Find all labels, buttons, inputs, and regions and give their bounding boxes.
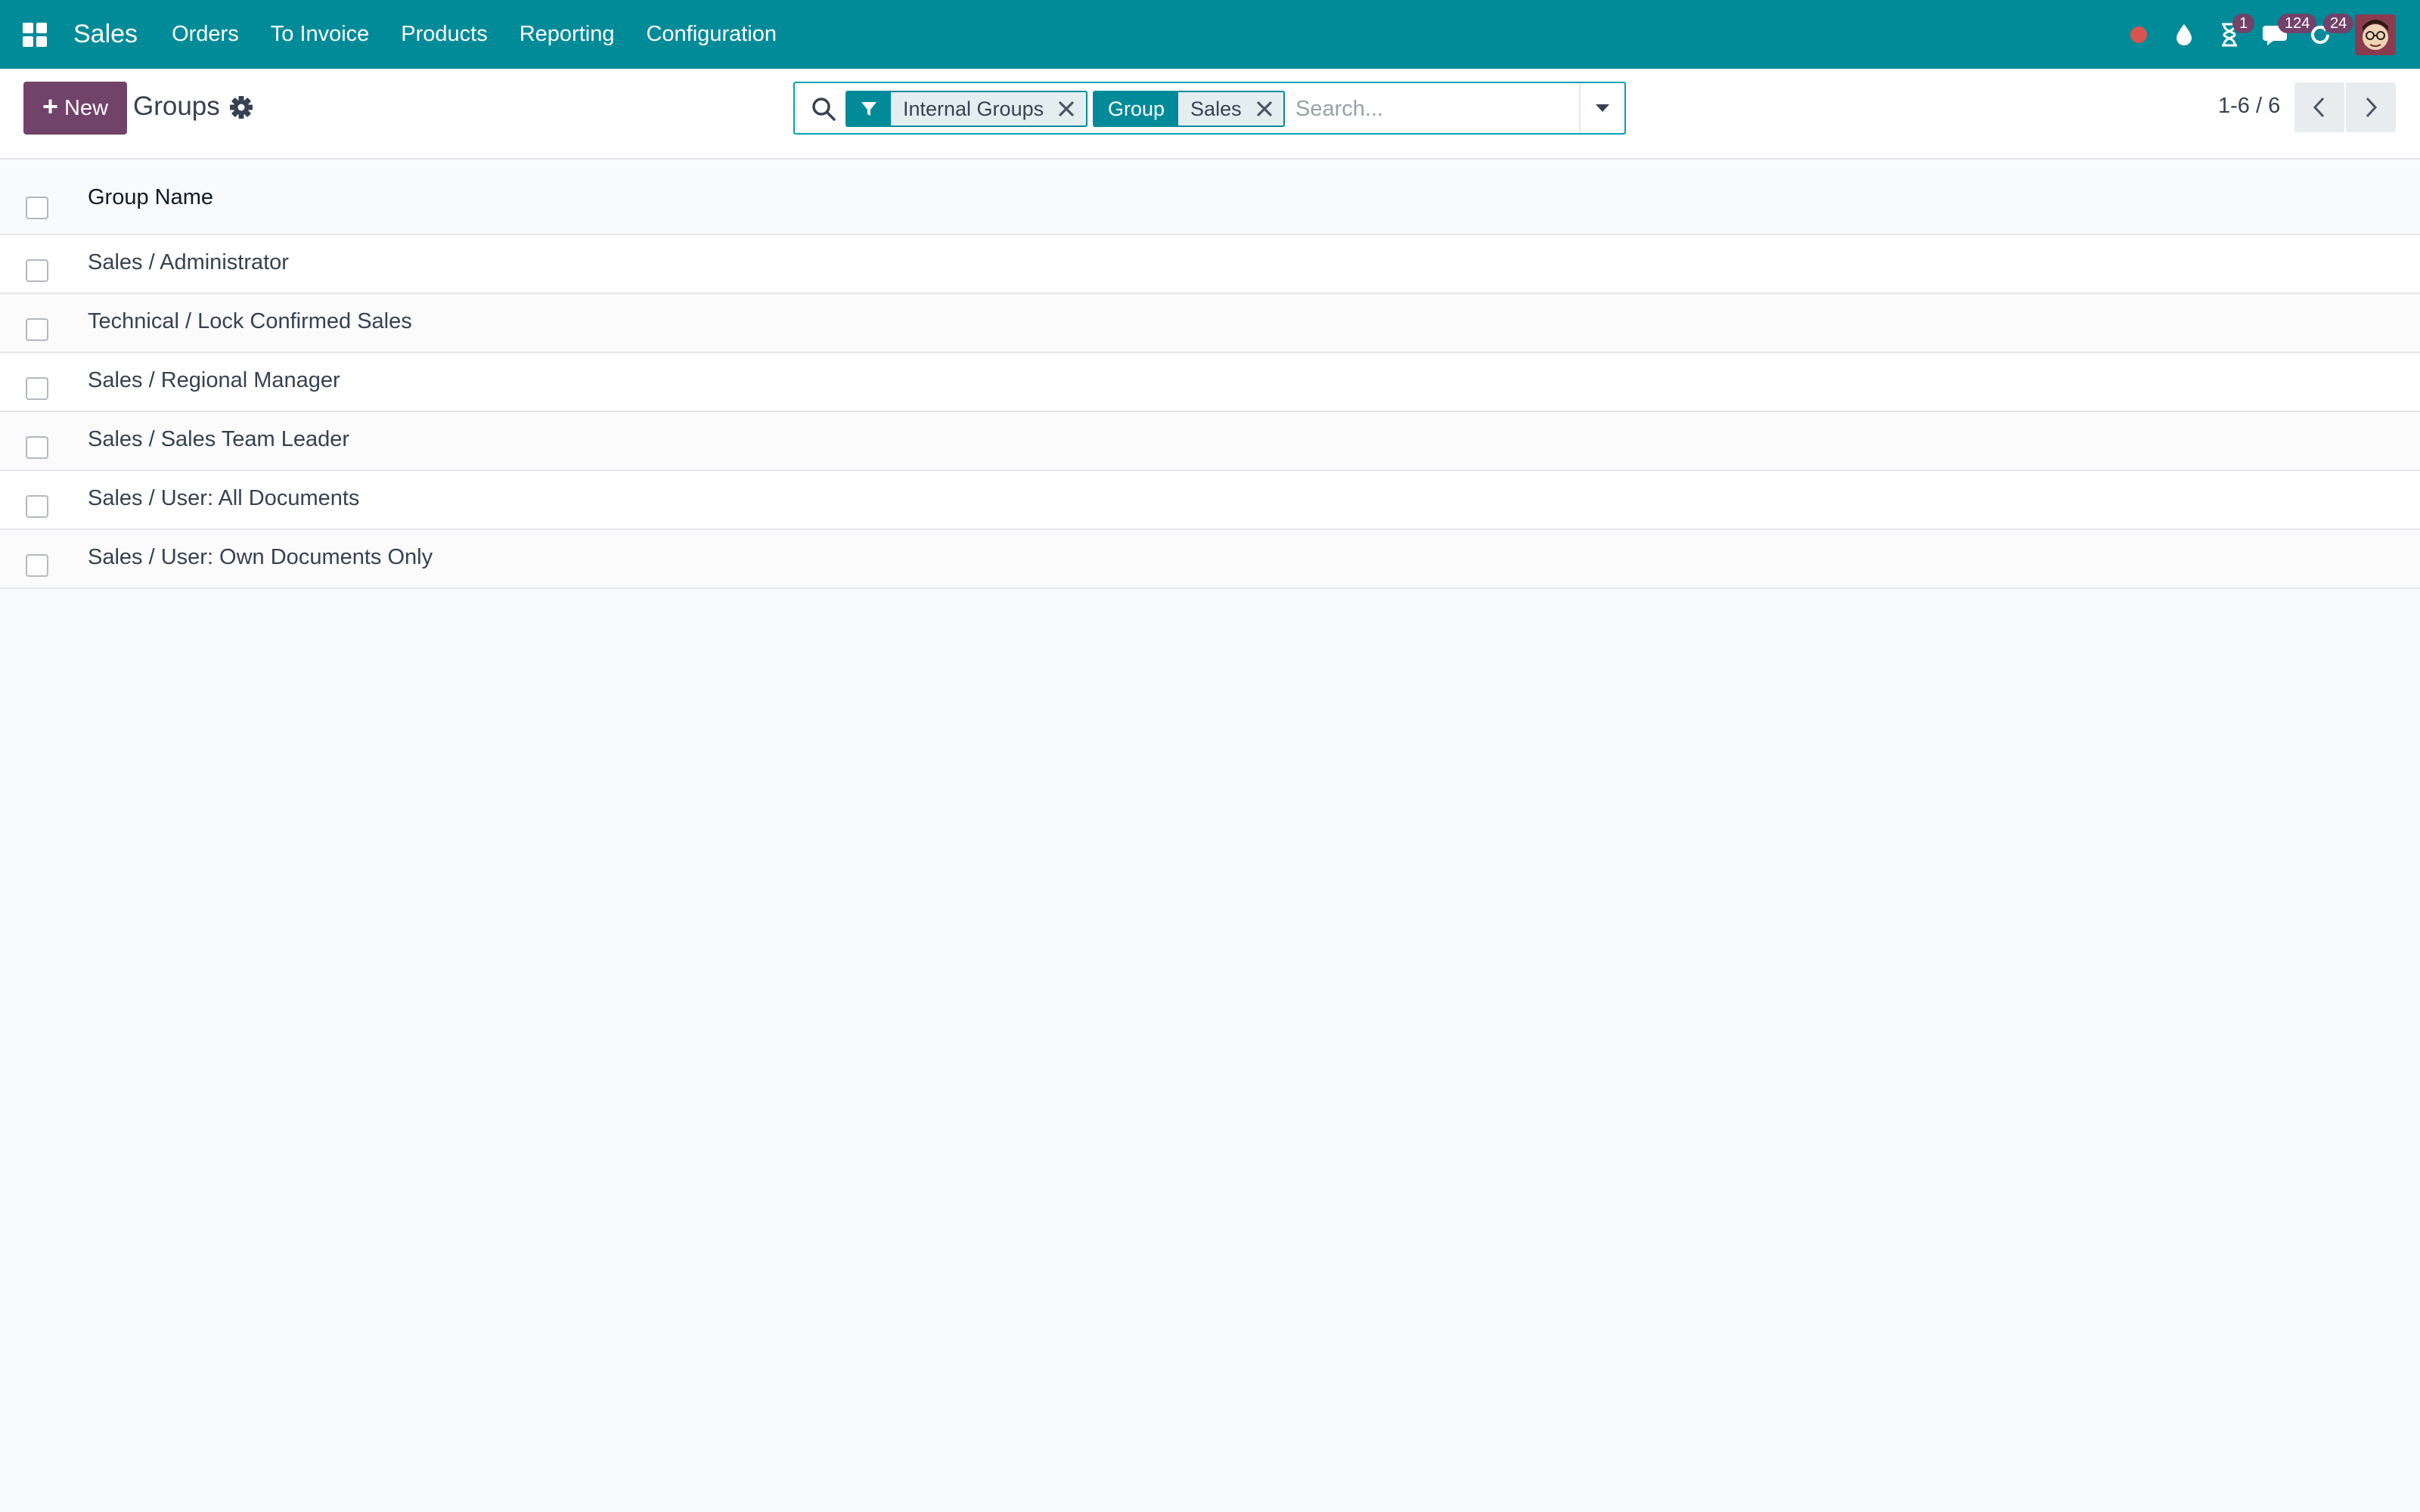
- menu-orders[interactable]: Orders: [156, 0, 255, 69]
- table-row[interactable]: Sales / Sales Team Leader: [0, 412, 2420, 471]
- facet-remove-button[interactable]: [1247, 92, 1281, 125]
- menu-configuration[interactable]: Configuration: [630, 0, 793, 69]
- row-checkbox[interactable]: [26, 436, 48, 459]
- facet-value: Internal Groups: [891, 92, 1050, 125]
- plus-icon: +: [42, 91, 58, 122]
- app-brand[interactable]: Sales: [73, 20, 138, 49]
- user-avatar[interactable]: [2355, 14, 2396, 55]
- table-row[interactable]: Sales / User: Own Documents Only: [0, 530, 2420, 589]
- facet-group-sales: Group Sales: [1093, 91, 1285, 127]
- drop-button[interactable]: [2161, 0, 2207, 69]
- group-name-cell: Sales / User: All Documents: [88, 486, 360, 510]
- group-name-cell: Sales / Sales Team Leader: [88, 427, 350, 451]
- apps-menu-button[interactable]: [19, 19, 51, 51]
- list-header: Group Name: [0, 161, 2420, 235]
- search-options-toggle[interactable]: [1579, 83, 1624, 133]
- systray: 1 124 24: [2116, 0, 2420, 69]
- row-checkbox[interactable]: [26, 495, 48, 518]
- chevron-right-icon: [2366, 97, 2378, 118]
- messages-button[interactable]: 124: [2252, 0, 2317, 69]
- droplet-icon: [2176, 23, 2192, 45]
- select-all-checkbox[interactable]: [26, 197, 48, 219]
- updates-badge: 24: [2323, 14, 2354, 33]
- group-name-cell: Sales / Regional Manager: [88, 368, 340, 392]
- new-button[interactable]: + New: [23, 82, 127, 135]
- pager-value[interactable]: 1-6 / 6: [2218, 94, 2280, 119]
- red-dot-icon: [2130, 26, 2147, 43]
- table-row[interactable]: Sales / Administrator: [0, 235, 2420, 294]
- top-navbar: Sales Orders To Invoice Products Reporti…: [0, 0, 2420, 69]
- column-header-group-name[interactable]: Group Name: [88, 185, 213, 210]
- row-checkbox[interactable]: [26, 554, 48, 577]
- close-icon: [1256, 101, 1272, 116]
- row-checkbox[interactable]: [26, 318, 48, 341]
- group-name-cell: Technical / Lock Confirmed Sales: [88, 309, 412, 333]
- row-checkbox[interactable]: [26, 259, 48, 282]
- menu-to-invoice[interactable]: To Invoice: [255, 0, 386, 69]
- search-icon[interactable]: [810, 95, 837, 122]
- search-input[interactable]: [1295, 91, 1568, 127]
- table-row[interactable]: Technical / Lock Confirmed Sales: [0, 294, 2420, 353]
- caret-down-icon: [1596, 104, 1609, 112]
- gear-icon[interactable]: [228, 94, 254, 120]
- facet-internal-groups: Internal Groups: [845, 91, 1087, 127]
- new-button-label: New: [64, 95, 109, 120]
- updates-button[interactable]: 24: [2297, 0, 2354, 69]
- facet-category: [847, 92, 891, 125]
- table-row[interactable]: Sales / User: All Documents: [0, 471, 2420, 530]
- close-icon: [1059, 101, 1074, 116]
- filter-icon: [861, 102, 876, 116]
- chevron-left-icon: [2313, 97, 2325, 118]
- grid-icon: [23, 22, 47, 47]
- group-name-cell: Sales / Administrator: [88, 250, 289, 274]
- page-title: Groups: [133, 91, 220, 121]
- pager-previous-button[interactable]: [2294, 82, 2344, 132]
- activity-badge: 1: [2232, 14, 2255, 33]
- menu-reporting[interactable]: Reporting: [504, 0, 631, 69]
- facet-value: Sales: [1178, 92, 1248, 125]
- avatar-icon: [2355, 14, 2396, 55]
- menu-products[interactable]: Products: [385, 0, 503, 69]
- search-bar: Internal Groups Group Sales: [793, 82, 1626, 135]
- table-row[interactable]: Sales / Regional Manager: [0, 353, 2420, 412]
- activity-button[interactable]: 1: [2207, 0, 2255, 69]
- status-indicator[interactable]: [2116, 0, 2161, 69]
- group-name-cell: Sales / User: Own Documents Only: [88, 545, 433, 569]
- facet-remove-button[interactable]: [1050, 92, 1084, 125]
- row-checkbox[interactable]: [26, 377, 48, 400]
- groups-list: Group Name Sales / Administrator Technic…: [0, 161, 2420, 589]
- control-panel: + New Groups Internal Groups Group Sales…: [0, 69, 2420, 160]
- facet-category: Group: [1094, 92, 1179, 125]
- pager-next-button[interactable]: [2346, 82, 2396, 132]
